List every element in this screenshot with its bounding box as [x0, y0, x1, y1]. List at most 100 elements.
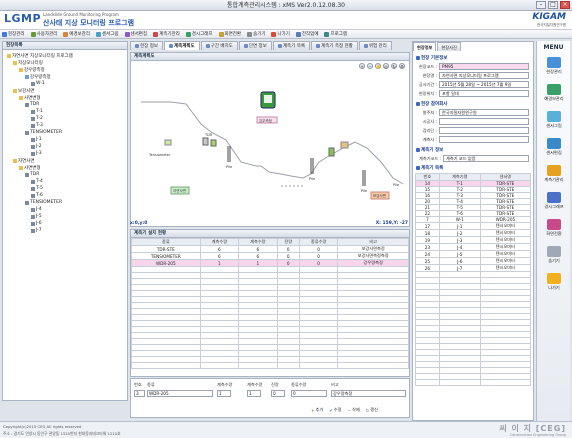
side-menu-item[interactable]: 나가기	[537, 273, 571, 291]
tree-node[interactable]: J-3	[31, 151, 42, 156]
list-row[interactable]: 25 J-6 텐시오미터	[415, 257, 532, 265]
form-count1-field[interactable]: 1	[217, 390, 231, 397]
table-row[interactable]: TENSIOMETER 6 6 0 0 보강사면측정측정	[131, 252, 409, 260]
tree-node[interactable]: 강우량측정	[25, 74, 51, 80]
tree-node[interactable]: 자연사면	[13, 158, 35, 164]
field-value[interactable]: 한국지질자원연구원	[439, 109, 529, 116]
side-menu-item[interactable]: 센서편집	[537, 138, 571, 156]
form-type-field[interactable]: WDR-205	[147, 390, 213, 397]
side-menu-item[interactable]: 예경보관리	[537, 84, 571, 102]
right-tab-0[interactable]: 현장정보	[413, 42, 437, 51]
tab-2[interactable]: 구간 배치도	[200, 41, 238, 50]
tree-node[interactable]: 자연사면 지상모니터링 프로그램	[7, 53, 73, 59]
list-row[interactable]: 17 J-1 텐시오미터	[415, 222, 532, 230]
menu-item-11[interactable]: 프로그램	[324, 31, 347, 37]
tree-node[interactable]: T-6	[31, 193, 43, 198]
field-value[interactable]	[439, 118, 529, 125]
menu-item-8[interactable]: 숨기기	[247, 31, 265, 37]
side-menu-item[interactable]: 화면전환	[537, 219, 571, 237]
tree-node[interactable]: TENSIOMETER	[25, 130, 62, 135]
side-menu-item[interactable]: 센서그림	[537, 111, 571, 129]
refresh-button[interactable]: ↻ 갱신	[366, 407, 378, 413]
field-value[interactable]: PM95	[439, 63, 529, 70]
tab-6[interactable]: 위험 관리	[358, 41, 392, 50]
menu-item-label: 프로그램	[330, 32, 348, 37]
tab-0[interactable]: 현장 정보	[130, 41, 163, 50]
list-row[interactable]: 24 J-5 텐시오미터	[415, 250, 532, 258]
menu-item-0[interactable]: 현장관리	[2, 31, 25, 37]
minimize-button[interactable]: –	[536, 1, 546, 9]
form-note-field[interactable]: 강우량측정	[331, 390, 406, 397]
side-menu-item[interactable]: 경시그래프	[537, 192, 571, 210]
column-header[interactable]: 센서명	[479, 173, 532, 181]
tree-node[interactable]: T-1	[31, 109, 43, 114]
side-menu-item[interactable]: 숨기기	[537, 246, 571, 264]
menu-item-6[interactable]: 경시그래프	[185, 31, 213, 37]
menu-item-5[interactable]: 계측기관리	[153, 31, 180, 37]
tree-node[interactable]: J-5	[31, 214, 42, 219]
list-row[interactable]: 19 J-3 텐시오미터	[415, 236, 532, 244]
menu-item-2[interactable]: 예경보관리	[63, 31, 90, 37]
column-header[interactable]: 종류	[131, 238, 201, 246]
delete-button[interactable]: − 삭제	[347, 407, 359, 413]
tree-node[interactable]: 보강사면	[13, 88, 35, 94]
edit-button[interactable]: ✔ 수정	[329, 407, 341, 413]
form-kind-field[interactable]: 0	[291, 390, 327, 397]
tree-node[interactable]: T-3	[31, 123, 43, 128]
column-header[interactable]: 계측기명	[438, 173, 481, 181]
list-row[interactable]: 26 J-7 텐시오미터	[415, 264, 532, 272]
maximize-button[interactable]: □	[548, 1, 558, 9]
tree-node[interactable]: T-2	[31, 116, 43, 121]
column-header[interactable]: 계측수량	[199, 238, 240, 246]
tree-node[interactable]: J-7	[31, 228, 42, 233]
side-menu-item[interactable]: 계측기관리	[537, 165, 571, 183]
tree-node[interactable]: T-5	[31, 186, 43, 191]
table-row[interactable]: WDR-205 1 1 0 0 강우량측정	[131, 259, 409, 267]
tree-node[interactable]: T-4	[31, 179, 43, 184]
form-qty-field[interactable]: 0	[271, 390, 285, 397]
tree-node[interactable]: 사면변형	[19, 165, 41, 171]
menu-item-4[interactable]: 센서편집	[124, 31, 147, 37]
table-row[interactable]: TDR-STE 6 6 0 0 보강사면측정	[131, 245, 409, 253]
field-value[interactable]	[439, 127, 529, 134]
form-count2-field[interactable]: 1	[247, 390, 261, 397]
tree-node[interactable]: J-6	[31, 221, 42, 226]
add-button[interactable]: + 추가	[311, 407, 323, 413]
tree-node[interactable]: 강우량측정	[19, 67, 45, 73]
list-row[interactable]: 23 J-4 텐시오미터	[415, 243, 532, 251]
tree-node[interactable]: J-1	[31, 137, 42, 142]
tree-node[interactable]: W-1	[31, 81, 45, 86]
tab-4[interactable]: 계측기 목록	[272, 41, 310, 50]
field-value[interactable]	[439, 136, 529, 143]
tab-3[interactable]: 단면 정보	[238, 41, 272, 50]
field-value[interactable]: 포항 일대	[439, 90, 529, 97]
menu-item-9[interactable]: 나가기	[271, 31, 290, 37]
side-menu-item[interactable]: 현장관리	[537, 57, 571, 75]
tree-node[interactable]: TDR	[25, 172, 39, 177]
field-value[interactable]: 계측기 코드 없음	[443, 155, 529, 162]
menu-item-1[interactable]: 사용자관리	[30, 31, 57, 37]
column-header[interactable]: 번호	[415, 173, 440, 181]
close-button[interactable]: ×	[560, 1, 570, 9]
list-row[interactable]: 18 J-2 텐시오미터	[415, 229, 532, 237]
tree-node[interactable]: 사면변형	[19, 95, 41, 101]
column-header[interactable]: 전량	[276, 238, 300, 246]
column-header[interactable]: 비고	[337, 238, 409, 246]
tree-node[interactable]: TENSIOMETER	[25, 200, 62, 205]
menu-item-3[interactable]: 센서그림	[95, 31, 119, 37]
tab-1[interactable]: 계측계획도	[164, 41, 200, 50]
tree-node[interactable]: 지상모니터링	[13, 60, 43, 66]
column-header[interactable]: 종류수량	[298, 238, 339, 246]
tree-node[interactable]: TDR	[25, 102, 39, 107]
right-tab-1[interactable]: 현장사진	[437, 42, 461, 51]
menu-item-7[interactable]: 화면전환	[218, 31, 241, 37]
column-header[interactable]: 계측수량	[238, 238, 278, 246]
form-no-field[interactable]: 3	[134, 390, 145, 397]
menu-item-10[interactable]: 전작업예	[295, 31, 318, 37]
tab-5[interactable]: 계측기 측정 현황	[310, 41, 358, 50]
field-value[interactable]: 2015년 5월 28일 ~ 2015년 7월 9일	[439, 81, 529, 88]
tree-node[interactable]: J-2	[31, 144, 42, 149]
field-value[interactable]: 자연사면 지상모니터링 프로그램	[439, 72, 529, 79]
tree-node[interactable]: J-4	[31, 207, 42, 212]
list-cell: 17	[415, 222, 440, 230]
